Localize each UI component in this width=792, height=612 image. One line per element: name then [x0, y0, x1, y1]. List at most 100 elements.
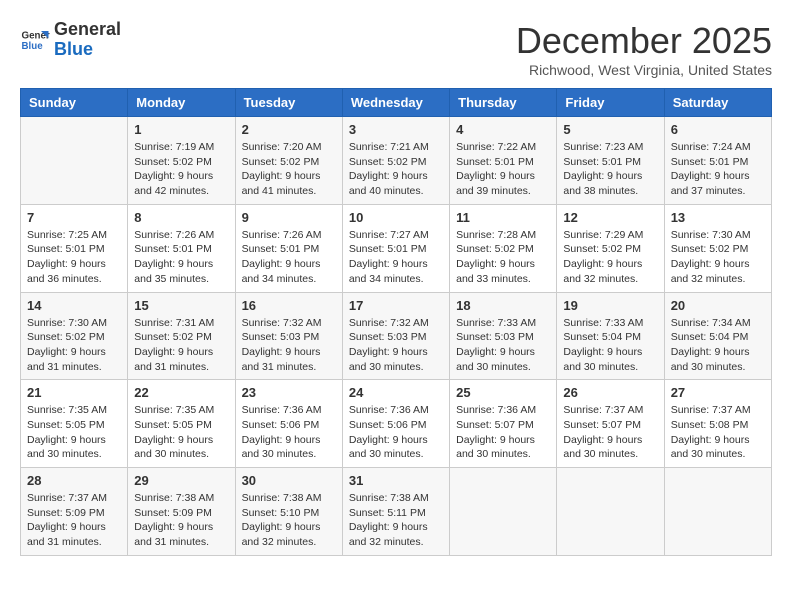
calendar-body: 1Sunrise: 7:19 AM Sunset: 5:02 PM Daylig… — [21, 117, 772, 556]
day-cell: 10 Sunrise: 7:27 AM Sunset: 5:01 PM Dayli… — [342, 204, 449, 292]
day-number: 23 — [242, 385, 336, 400]
header-cell-friday: Friday — [557, 89, 664, 117]
day-number: 2 — [242, 122, 336, 137]
day-cell: 1Sunrise: 7:19 AM Sunset: 5:02 PM Daylig… — [128, 117, 235, 205]
day-cell: 20 Sunrise: 7:34 AM Sunset: 5:04 PM Dayli… — [664, 292, 771, 380]
day-number: 19 — [563, 298, 657, 313]
day-info: Sunrise: 7:38 AM Sunset: 5:09 PM Dayligh… — [134, 491, 228, 550]
day-number: 27 — [671, 385, 765, 400]
day-cell: 28 Sunrise: 7:37 AM Sunset: 5:09 PM Dayli… — [21, 468, 128, 556]
day-cell: 13 Sunrise: 7:30 AM Sunset: 5:02 PM Dayli… — [664, 204, 771, 292]
day-cell: 5Sunrise: 7:23 AM Sunset: 5:01 PM Daylig… — [557, 117, 664, 205]
page-header: General Blue General Blue December 2025 … — [20, 20, 772, 78]
svg-text:Blue: Blue — [22, 41, 44, 52]
logo-icon: General Blue — [20, 25, 50, 55]
day-number: 3 — [349, 122, 443, 137]
day-cell — [21, 117, 128, 205]
day-cell: 24Sunrise: 7:36 AM Sunset: 5:06 PM Dayli… — [342, 380, 449, 468]
day-info: Sunrise: 7:26 AM Sunset: 5:01 PM Dayligh… — [134, 228, 228, 287]
day-cell: 6 Sunrise: 7:24 AM Sunset: 5:01 PM Daylig… — [664, 117, 771, 205]
day-info: Sunrise: 7:27 AM Sunset: 5:01 PM Dayligh… — [349, 228, 443, 287]
day-info: Sunrise: 7:33 AM Sunset: 5:03 PM Dayligh… — [456, 316, 550, 375]
day-number: 6 — [671, 122, 765, 137]
day-info: Sunrise: 7:36 AM Sunset: 5:06 PM Dayligh… — [242, 403, 336, 462]
day-info: Sunrise: 7:34 AM Sunset: 5:04 PM Dayligh… — [671, 316, 765, 375]
day-info: Sunrise: 7:35 AM Sunset: 5:05 PM Dayligh… — [27, 403, 121, 462]
day-number: 17 — [349, 298, 443, 313]
day-info: Sunrise: 7:35 AM Sunset: 5:05 PM Dayligh… — [134, 403, 228, 462]
day-number: 15 — [134, 298, 228, 313]
day-info: Sunrise: 7:36 AM Sunset: 5:06 PM Dayligh… — [349, 403, 443, 462]
day-cell: 11 Sunrise: 7:28 AM Sunset: 5:02 PM Dayli… — [450, 204, 557, 292]
month-title: December 2025 — [516, 20, 772, 62]
header-cell-monday: Monday — [128, 89, 235, 117]
day-info: Sunrise: 7:23 AM Sunset: 5:01 PM Dayligh… — [563, 140, 657, 199]
day-number: 30 — [242, 473, 336, 488]
day-info: Sunrise: 7:37 AM Sunset: 5:08 PM Dayligh… — [671, 403, 765, 462]
day-cell: 15 Sunrise: 7:31 AM Sunset: 5:02 PM Dayli… — [128, 292, 235, 380]
day-cell: 31 Sunrise: 7:38 AM Sunset: 5:11 PM Dayli… — [342, 468, 449, 556]
day-cell: 2 Sunrise: 7:20 AM Sunset: 5:02 PM Daylig… — [235, 117, 342, 205]
day-info: Sunrise: 7:19 AM Sunset: 5:02 PM Dayligh… — [134, 140, 228, 199]
day-number: 10 — [349, 210, 443, 225]
day-number: 28 — [27, 473, 121, 488]
day-cell: 4Sunrise: 7:22 AM Sunset: 5:01 PM Daylig… — [450, 117, 557, 205]
day-info: Sunrise: 7:37 AM Sunset: 5:09 PM Dayligh… — [27, 491, 121, 550]
day-info: Sunrise: 7:30 AM Sunset: 5:02 PM Dayligh… — [671, 228, 765, 287]
header-cell-saturday: Saturday — [664, 89, 771, 117]
day-cell: 12 Sunrise: 7:29 AM Sunset: 5:02 PM Dayli… — [557, 204, 664, 292]
day-info: Sunrise: 7:33 AM Sunset: 5:04 PM Dayligh… — [563, 316, 657, 375]
header-cell-sunday: Sunday — [21, 89, 128, 117]
day-number: 25 — [456, 385, 550, 400]
day-info: Sunrise: 7:24 AM Sunset: 5:01 PM Dayligh… — [671, 140, 765, 199]
day-cell: 30Sunrise: 7:38 AM Sunset: 5:10 PM Dayli… — [235, 468, 342, 556]
week-row-3: 21Sunrise: 7:35 AM Sunset: 5:05 PM Dayli… — [21, 380, 772, 468]
location: Richwood, West Virginia, United States — [516, 62, 772, 78]
day-cell: 25 Sunrise: 7:36 AM Sunset: 5:07 PM Dayli… — [450, 380, 557, 468]
logo: General Blue General Blue — [20, 20, 121, 60]
day-info: Sunrise: 7:32 AM Sunset: 5:03 PM Dayligh… — [349, 316, 443, 375]
week-row-0: 1Sunrise: 7:19 AM Sunset: 5:02 PM Daylig… — [21, 117, 772, 205]
day-cell: 17 Sunrise: 7:32 AM Sunset: 5:03 PM Dayli… — [342, 292, 449, 380]
calendar-header: SundayMondayTuesdayWednesdayThursdayFrid… — [21, 89, 772, 117]
day-cell: 19 Sunrise: 7:33 AM Sunset: 5:04 PM Dayli… — [557, 292, 664, 380]
week-row-1: 7Sunrise: 7:25 AM Sunset: 5:01 PM Daylig… — [21, 204, 772, 292]
day-number: 22 — [134, 385, 228, 400]
day-number: 9 — [242, 210, 336, 225]
day-number: 18 — [456, 298, 550, 313]
day-info: Sunrise: 7:29 AM Sunset: 5:02 PM Dayligh… — [563, 228, 657, 287]
calendar-table: SundayMondayTuesdayWednesdayThursdayFrid… — [20, 88, 772, 556]
week-row-2: 14Sunrise: 7:30 AM Sunset: 5:02 PM Dayli… — [21, 292, 772, 380]
day-info: Sunrise: 7:38 AM Sunset: 5:11 PM Dayligh… — [349, 491, 443, 550]
header-row: SundayMondayTuesdayWednesdayThursdayFrid… — [21, 89, 772, 117]
day-cell: 7Sunrise: 7:25 AM Sunset: 5:01 PM Daylig… — [21, 204, 128, 292]
day-cell: 18 Sunrise: 7:33 AM Sunset: 5:03 PM Dayli… — [450, 292, 557, 380]
day-number: 7 — [27, 210, 121, 225]
day-info: Sunrise: 7:20 AM Sunset: 5:02 PM Dayligh… — [242, 140, 336, 199]
week-row-4: 28 Sunrise: 7:37 AM Sunset: 5:09 PM Dayli… — [21, 468, 772, 556]
day-cell: 23 Sunrise: 7:36 AM Sunset: 5:06 PM Dayli… — [235, 380, 342, 468]
day-info: Sunrise: 7:28 AM Sunset: 5:02 PM Dayligh… — [456, 228, 550, 287]
day-info: Sunrise: 7:31 AM Sunset: 5:02 PM Dayligh… — [134, 316, 228, 375]
header-cell-wednesday: Wednesday — [342, 89, 449, 117]
day-number: 20 — [671, 298, 765, 313]
day-info: Sunrise: 7:36 AM Sunset: 5:07 PM Dayligh… — [456, 403, 550, 462]
day-info: Sunrise: 7:37 AM Sunset: 5:07 PM Dayligh… — [563, 403, 657, 462]
day-number: 11 — [456, 210, 550, 225]
day-number: 8 — [134, 210, 228, 225]
day-cell: 9 Sunrise: 7:26 AM Sunset: 5:01 PM Daylig… — [235, 204, 342, 292]
day-cell: 8 Sunrise: 7:26 AM Sunset: 5:01 PM Daylig… — [128, 204, 235, 292]
day-number: 31 — [349, 473, 443, 488]
logo-text-blue: Blue — [54, 40, 121, 60]
day-number: 12 — [563, 210, 657, 225]
day-info: Sunrise: 7:21 AM Sunset: 5:02 PM Dayligh… — [349, 140, 443, 199]
day-cell: 16Sunrise: 7:32 AM Sunset: 5:03 PM Dayli… — [235, 292, 342, 380]
day-info: Sunrise: 7:22 AM Sunset: 5:01 PM Dayligh… — [456, 140, 550, 199]
day-number: 16 — [242, 298, 336, 313]
day-number: 26 — [563, 385, 657, 400]
day-cell: 21Sunrise: 7:35 AM Sunset: 5:05 PM Dayli… — [21, 380, 128, 468]
day-cell: 14Sunrise: 7:30 AM Sunset: 5:02 PM Dayli… — [21, 292, 128, 380]
day-cell: 29Sunrise: 7:38 AM Sunset: 5:09 PM Dayli… — [128, 468, 235, 556]
day-number: 13 — [671, 210, 765, 225]
day-info: Sunrise: 7:26 AM Sunset: 5:01 PM Dayligh… — [242, 228, 336, 287]
